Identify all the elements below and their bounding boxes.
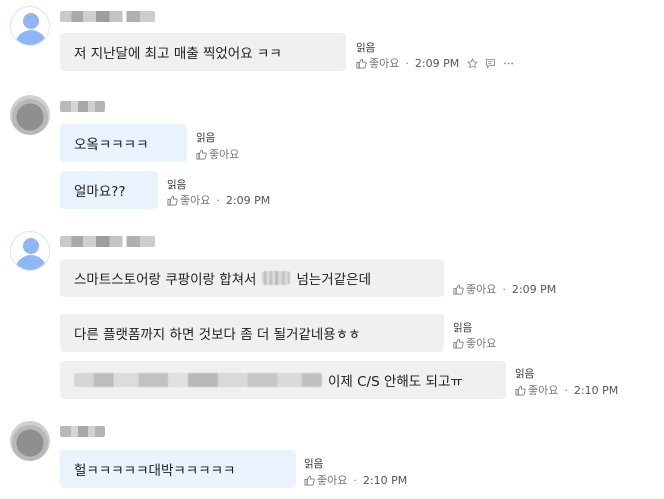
read-receipt: 읽음 — [196, 132, 216, 144]
read-receipt: 읽음 — [356, 42, 376, 54]
message-text-after: 이제 C/S 안해도 되고ㅠ — [328, 374, 463, 390]
message-bubble[interactable]: 다른 플랫폼까지 하면 것보다 좀 더 될거같네용ㅎㅎ — [60, 314, 444, 352]
separator-dot: · — [502, 282, 506, 296]
message-meta: 좋아요 — [196, 146, 239, 162]
like-button[interactable]: 좋아요 — [356, 55, 399, 71]
message-meta: 좋아요 · 2:10 PM — [515, 382, 618, 398]
read-receipt: 읽음 — [167, 179, 187, 191]
timestamp: 2:09 PM — [414, 56, 460, 70]
timestamp: 2:10 PM — [362, 473, 408, 487]
avatar[interactable] — [10, 6, 50, 46]
message-bubble[interactable]: 얼마요?? — [60, 171, 158, 209]
message-meta: 좋아요 · 2:09 PM — [356, 55, 514, 71]
message-text: 다른 플랫폼까지 하면 것보다 좀 더 될거같네용ㅎㅎ — [74, 327, 361, 343]
message-meta: 좋아요 · 2:09 PM — [453, 281, 556, 297]
message-bubble[interactable]: 오옼ㅋㅋㅋㅋ — [60, 124, 187, 162]
like-button[interactable]: 좋아요 — [167, 192, 210, 208]
message-meta: 좋아요 · 2:10 PM — [304, 472, 407, 488]
message-text-before: 스마트스토어랑 쿠팡이랑 합쳐서 — [74, 272, 257, 288]
thumbs-up-icon — [453, 338, 464, 348]
message-bubble[interactable]: 저 지난달에 최고 매출 찍었어요 ㅋㅋ — [60, 33, 346, 71]
message-text: 오옼ㅋㅋㅋㅋ — [74, 137, 149, 153]
like-label: 좋아요 — [528, 384, 559, 397]
author-name-redacted — [60, 426, 105, 437]
timestamp: 2:10 PM — [573, 383, 619, 397]
like-button[interactable]: 좋아요 — [196, 146, 239, 162]
message-bubble[interactable]: 헐ㅋㅋㅋㅋㅋ대박ㅋㅋㅋㅋㅋ — [60, 450, 296, 488]
star-icon[interactable] — [467, 57, 479, 69]
message-meta: 좋아요 — [453, 335, 496, 351]
separator-dot: · — [405, 56, 409, 70]
thumbs-up-icon — [515, 385, 526, 395]
thumbs-up-icon — [304, 475, 315, 485]
message-bubble[interactable]: 스마트스토어랑 쿠팡이랑 합쳐서 넘는거같은데 — [60, 259, 444, 297]
like-label: 좋아요 — [466, 283, 497, 296]
like-label: 좋아요 — [180, 194, 211, 207]
redacted-text — [74, 373, 322, 387]
read-receipt: 읽음 — [515, 368, 535, 380]
thumbs-up-icon — [167, 195, 178, 205]
thumbs-up-icon — [453, 284, 464, 294]
redacted-text — [262, 271, 291, 285]
message-text-after: 넘는거같은데 — [296, 272, 371, 288]
avatar[interactable] — [10, 95, 50, 135]
like-button[interactable]: 좋아요 — [453, 335, 496, 351]
read-receipt: 읽음 — [304, 458, 324, 470]
separator-dot: · — [353, 473, 357, 487]
like-label: 좋아요 — [209, 148, 240, 161]
timestamp: 2:09 PM — [511, 282, 557, 296]
thumbs-up-icon — [196, 149, 207, 159]
avatar[interactable] — [10, 421, 50, 461]
read-receipt: 읽음 — [453, 322, 473, 334]
message-text: 얼마요?? — [74, 184, 126, 200]
like-label: 좋아요 — [317, 474, 348, 487]
like-button[interactable]: 좋아요 — [453, 281, 496, 297]
thumbs-up-icon — [356, 58, 367, 68]
message-text: 헐ㅋㅋㅋㅋㅋ대박ㅋㅋㅋㅋㅋ — [74, 463, 236, 479]
like-label: 좋아요 — [369, 57, 400, 70]
author-name-redacted — [60, 236, 155, 247]
comment-icon[interactable] — [485, 58, 496, 69]
avatar[interactable] — [10, 231, 50, 271]
timestamp: 2:09 PM — [225, 193, 271, 207]
message-bubble[interactable]: 이제 C/S 안해도 되고ㅠ — [60, 361, 506, 399]
more-icon[interactable] — [503, 58, 514, 69]
like-button[interactable]: 좋아요 — [515, 382, 558, 398]
like-button[interactable]: 좋아요 — [304, 472, 347, 488]
author-name-redacted — [60, 101, 105, 112]
message-meta: 좋아요 · 2:09 PM — [167, 192, 270, 208]
message-text: 저 지난달에 최고 매출 찍었어요 ㅋㅋ — [74, 46, 282, 62]
author-name-redacted — [60, 11, 155, 22]
separator-dot: · — [216, 193, 220, 207]
separator-dot: · — [564, 383, 568, 397]
like-label: 좋아요 — [466, 337, 497, 350]
